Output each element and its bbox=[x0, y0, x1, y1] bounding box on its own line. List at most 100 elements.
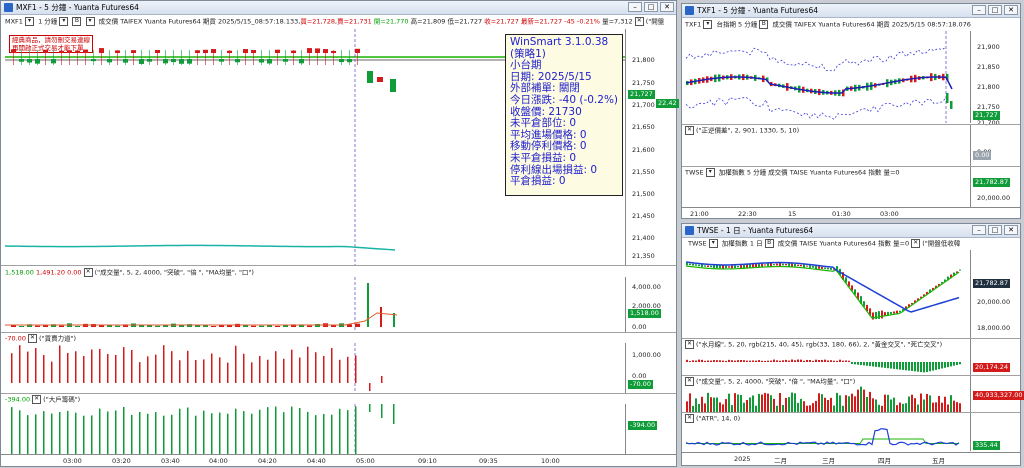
bigplayer-bar bbox=[259, 409, 261, 454]
price-tick: 21,650 bbox=[632, 123, 655, 131]
symbol-label[interactable]: MXF1 bbox=[5, 18, 23, 26]
twse-daily-time-axis[interactable]: 2025 二月 三月 四月 五月 bbox=[682, 452, 1020, 466]
volume-bar bbox=[701, 396, 703, 412]
txf-price-axis[interactable]: 21,900 21,850 21,800 21,750 21,700 21,72… bbox=[970, 31, 1021, 127]
txf-chart-window[interactable]: TXF1 - 5 分鐘 - Yuanta Futures64 – □ ✕ TXF… bbox=[681, 3, 1021, 219]
close-indicator-icon[interactable]: ✕ bbox=[634, 17, 644, 26]
water-moon-formula: ("水月線", 5, 20, rgb(215, 40, 45), rgb(33,… bbox=[696, 340, 943, 349]
force-chart[interactable] bbox=[5, 343, 625, 393]
pane-separator[interactable] bbox=[1, 265, 676, 266]
chart-type-icon[interactable]: B bbox=[759, 20, 769, 29]
txf-symbol[interactable]: TXF1 bbox=[685, 21, 701, 29]
symbol-dropdown-icon[interactable]: ▾ bbox=[703, 20, 713, 29]
close-indicator-icon[interactable]: ✕ bbox=[685, 414, 694, 423]
water-moon-axis[interactable]: 20,174.24 bbox=[970, 339, 1021, 375]
bigplayer-axis[interactable]: -394.00 bbox=[625, 404, 678, 454]
pane-separator[interactable] bbox=[1, 393, 676, 394]
volume-bar bbox=[845, 395, 847, 412]
close-indicator-icon[interactable]: ✕ bbox=[28, 334, 38, 343]
close-icon[interactable]: ✕ bbox=[1004, 5, 1018, 15]
txf-title-bar[interactable]: TXF1 - 5 分鐘 - Yuanta Futures64 – □ ✕ bbox=[682, 4, 1020, 18]
main-chart-window[interactable]: MXF1 - 5 分鐘 - Yuanta Futures64 – □ ✕ MXF… bbox=[0, 0, 679, 468]
quote-open: 開=21,770 bbox=[373, 17, 409, 26]
minimize-icon[interactable]: – bbox=[972, 225, 986, 235]
twse-period[interactable]: 5 分鐘 bbox=[747, 169, 766, 177]
volume-bar bbox=[815, 400, 817, 412]
symbol-dropdown-icon[interactable]: ▾ bbox=[25, 17, 35, 26]
twse-daily-window[interactable]: TWSE - 1 日 - Yuanta Futures64 – □ ✕ TWSE… bbox=[681, 223, 1024, 466]
twse-daily-period[interactable]: 1 日 bbox=[750, 240, 763, 248]
close-indicator-icon[interactable]: ✕ bbox=[32, 395, 42, 404]
quote-close: 收=21,727 bbox=[484, 17, 519, 26]
minimize-icon[interactable]: – bbox=[628, 2, 642, 12]
volume-dropdown-icon[interactable]: ▾ bbox=[85, 17, 95, 26]
histogram-bar bbox=[686, 359, 688, 362]
daily-volume-axis[interactable]: 40,933,327.00 bbox=[970, 376, 1024, 412]
volume-bar bbox=[788, 397, 790, 412]
bigplayer-value: -394.00 bbox=[5, 395, 31, 404]
close-icon[interactable]: ✕ bbox=[660, 2, 674, 12]
histogram-bar bbox=[938, 362, 940, 370]
maximize-icon[interactable]: □ bbox=[988, 5, 1002, 15]
chart-type-icon[interactable]: B bbox=[72, 17, 82, 26]
twse-title-bar[interactable]: TWSE - 1 日 - Yuanta Futures64 – □ ✕ bbox=[682, 224, 1020, 238]
maximize-icon[interactable]: □ bbox=[988, 225, 1002, 235]
main-price-axis[interactable]: 21,800 21,750 21,700 21,650 21,600 21,55… bbox=[625, 29, 679, 265]
candle bbox=[824, 267, 826, 269]
symbol-dropdown-icon[interactable]: ▾ bbox=[708, 239, 718, 248]
close-indicator-icon[interactable]: ✕ bbox=[685, 377, 694, 386]
symbol-dropdown-icon[interactable]: ▾ bbox=[705, 168, 715, 177]
twse-daily-axis[interactable]: 21,782.87 20,000.00 18,000.00 bbox=[970, 250, 1021, 338]
period-dropdown-icon[interactable]: ▾ bbox=[59, 17, 69, 26]
twse-daily-price-chart[interactable] bbox=[684, 250, 970, 338]
candle bbox=[893, 311, 895, 314]
txf-period[interactable]: 5 分鐘 bbox=[738, 21, 757, 29]
quote-date: 2025/5/15 bbox=[217, 17, 252, 26]
atr-chart[interactable] bbox=[684, 423, 970, 451]
water-moon-chart[interactable] bbox=[684, 349, 970, 375]
close-indicator-icon[interactable]: ✕ bbox=[83, 268, 93, 277]
volume-chart[interactable] bbox=[5, 277, 625, 332]
time-tick: 五月 bbox=[932, 457, 945, 465]
force-bar bbox=[381, 376, 383, 383]
volume-bar bbox=[35, 325, 40, 327]
basis-tag: 0.00 bbox=[973, 151, 992, 160]
twse-sub-axis[interactable]: 21,782.87 20,000.00 bbox=[970, 167, 1021, 207]
candle bbox=[734, 265, 736, 269]
histogram-bar bbox=[821, 359, 823, 362]
histogram-bar bbox=[788, 360, 790, 362]
close-icon[interactable]: ✕ bbox=[1004, 225, 1018, 235]
volume-bar bbox=[956, 402, 958, 412]
maximize-icon[interactable]: □ bbox=[644, 2, 658, 12]
force-bar bbox=[211, 353, 213, 383]
txf-price-chart[interactable] bbox=[684, 31, 970, 123]
histogram-bar bbox=[869, 362, 871, 367]
atr-axis[interactable]: 335.44 bbox=[970, 413, 1021, 451]
force-tag: -70.00 bbox=[628, 380, 653, 389]
volume-axis[interactable]: 4,000.00 2,000.00 0.00 1,518.00 bbox=[625, 277, 678, 332]
close-indicator-icon[interactable]: ✕ bbox=[685, 126, 694, 135]
chart-type-icon[interactable]: B bbox=[764, 239, 774, 248]
daily-volume-chart[interactable] bbox=[684, 386, 970, 412]
bigplayer-bar bbox=[307, 411, 309, 454]
twse-symbol[interactable]: TWSE bbox=[685, 169, 704, 177]
main-title-bar[interactable]: MXF1 - 5 分鐘 - Yuanta Futures64 – □ ✕ bbox=[1, 1, 676, 15]
histogram-bar bbox=[713, 360, 715, 362]
pane-separator[interactable] bbox=[1, 332, 676, 333]
bigplayer-bar bbox=[91, 415, 93, 454]
bigplayer-chart[interactable] bbox=[5, 404, 625, 454]
close-indicator-icon[interactable]: ✕ bbox=[685, 340, 694, 349]
period-label[interactable]: 1 分鐘 bbox=[38, 18, 57, 26]
volume-bar bbox=[899, 402, 901, 412]
bigplayer-bar bbox=[195, 415, 197, 454]
basis-axis[interactable]: 0.00 0.00 bbox=[970, 125, 1021, 166]
price-tick: 21,800 bbox=[632, 56, 655, 64]
volume-value-3: 0.00 bbox=[67, 268, 82, 277]
txf-time-axis[interactable]: 21:00 22:30 15 01:30 03:00 bbox=[682, 207, 1020, 220]
main-time-axis[interactable]: 03:00 03:20 03:40 04:00 04:20 04:40 05:0… bbox=[1, 454, 677, 468]
minimize-icon[interactable]: – bbox=[972, 5, 986, 15]
close-indicator-icon[interactable]: ✕ bbox=[911, 239, 921, 248]
quote-volume: 量=7,312 bbox=[602, 17, 633, 26]
force-axis[interactable]: 1,000.00 0.00 -70.00 bbox=[625, 343, 678, 393]
twse-daily-symbol[interactable]: TWSE bbox=[688, 240, 707, 248]
